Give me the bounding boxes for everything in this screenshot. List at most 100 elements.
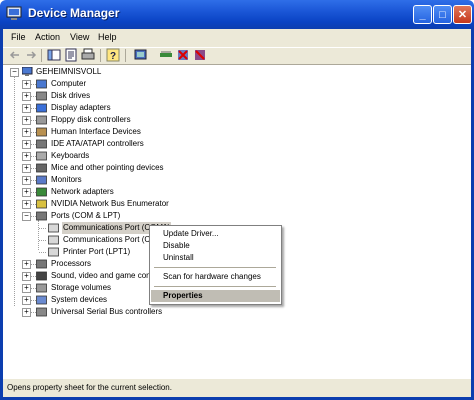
device-category-icon <box>36 103 47 113</box>
menu-action[interactable]: Action <box>35 32 60 42</box>
device-category-icon <box>36 175 47 185</box>
minimize-button[interactable]: _ <box>413 5 432 24</box>
device-tree[interactable]: − GEHEIMNISVOLL + Computer + Disk drives + Di… <box>3 65 471 377</box>
tree-item-label: System devices <box>51 295 108 304</box>
menu-item-uninstall[interactable]: Uninstall <box>151 252 280 264</box>
menu-item-scan-hardware[interactable]: Scan for hardware changes <box>151 271 280 283</box>
tree-item-category[interactable]: + Floppy disk controllers <box>3 114 263 126</box>
expand-toggle[interactable]: + <box>22 104 31 113</box>
device-category-icon <box>36 283 47 293</box>
tree-item-category[interactable]: − Ports (COM & LPT) <box>3 210 263 222</box>
port-connector-icon <box>48 235 59 245</box>
device-category-icon <box>36 151 47 161</box>
menu-view[interactable]: View <box>70 32 89 42</box>
tree-item-label: Network adapters <box>51 187 114 196</box>
expand-toggle[interactable]: + <box>22 140 31 149</box>
device-category-icon <box>36 127 47 137</box>
tree-root-label: GEHEIMNISVOLL <box>36 67 102 76</box>
device-category-icon <box>36 211 47 221</box>
scan-hardware-icon[interactable] <box>134 48 148 62</box>
expand-toggle[interactable]: + <box>22 92 31 101</box>
update-driver-icon[interactable] <box>159 48 173 62</box>
device-category-icon <box>36 187 47 197</box>
tree-item-category[interactable]: + Network adapters <box>3 186 263 198</box>
uninstall-icon[interactable] <box>176 48 190 62</box>
menu-file[interactable]: File <box>11 32 26 42</box>
properties-icon[interactable] <box>64 48 78 62</box>
menu-item-properties[interactable]: Properties <box>151 290 280 302</box>
device-category-icon <box>36 307 47 317</box>
status-text: Opens property sheet for the current sel… <box>7 383 172 392</box>
expand-toggle[interactable]: + <box>22 200 31 209</box>
tree-item-label: Display adapters <box>51 103 111 112</box>
tree-item-label: Ports (COM & LPT) <box>51 211 121 220</box>
port-connector-icon <box>48 223 59 233</box>
tree-root[interactable]: − GEHEIMNISVOLL <box>3 66 203 78</box>
expand-toggle[interactable]: + <box>22 308 31 317</box>
device-category-icon <box>36 139 47 149</box>
expand-toggle[interactable]: + <box>22 128 31 137</box>
device-category-icon <box>36 271 47 281</box>
maximize-button[interactable]: □ <box>433 5 452 24</box>
tree-item-label: Monitors <box>51 175 82 184</box>
computer-icon <box>22 67 33 76</box>
tree-item-label: Storage volumes <box>51 283 112 292</box>
tree-item-label: NVIDIA Network Bus Enumerator <box>51 199 169 208</box>
status-bar: Opens property sheet for the current sel… <box>3 378 471 398</box>
svg-text:?: ? <box>110 51 116 62</box>
tree-item-label: Floppy disk controllers <box>51 115 131 124</box>
expand-toggle[interactable]: + <box>22 116 31 125</box>
menu-item-disable[interactable]: Disable <box>151 240 280 252</box>
tree-item-label: Printer Port (LPT1) <box>63 247 131 256</box>
expand-toggle[interactable]: + <box>22 284 31 293</box>
window-title: Device Manager <box>28 6 120 20</box>
toolbar: ? <box>3 48 471 65</box>
expand-toggle[interactable]: + <box>22 260 31 269</box>
tree-item-category[interactable]: + Computer <box>3 78 263 90</box>
tree-item-category[interactable]: + Display adapters <box>3 102 263 114</box>
expand-toggle[interactable]: + <box>22 80 31 89</box>
device-category-icon <box>36 91 47 101</box>
close-button[interactable]: ✕ <box>453 5 472 24</box>
tree-item-category[interactable]: + Mice and other pointing devices <box>3 162 263 174</box>
tree-item-label: Human Interface Devices <box>51 127 141 136</box>
collapse-toggle[interactable]: − <box>22 212 31 221</box>
menu-bar: File Action View Help <box>3 29 471 48</box>
tree-item-label: Processors <box>51 259 92 268</box>
expand-toggle[interactable]: + <box>22 176 31 185</box>
forward-icon[interactable] <box>24 48 38 62</box>
device-category-icon <box>36 79 47 89</box>
tree-item-category[interactable]: + Universal Serial Bus controllers <box>3 306 263 318</box>
menu-separator <box>154 286 276 287</box>
collapse-toggle[interactable]: − <box>10 68 19 77</box>
tree-item-category[interactable]: + Human Interface Devices <box>3 126 263 138</box>
device-category-icon <box>36 115 47 125</box>
device-category-icon <box>36 295 47 305</box>
menu-separator <box>154 267 276 268</box>
device-manager-icon <box>6 6 22 20</box>
expand-toggle[interactable]: + <box>22 152 31 161</box>
tree-item-label: Mice and other pointing devices <box>51 163 164 172</box>
expand-toggle[interactable]: + <box>22 272 31 281</box>
tree-item-category[interactable]: + Disk drives <box>3 90 263 102</box>
device-category-icon <box>36 259 47 269</box>
tree-item-label: IDE ATA/ATAPI controllers <box>51 139 144 148</box>
back-icon[interactable] <box>8 48 22 62</box>
expand-toggle[interactable]: + <box>22 296 31 305</box>
tree-item-category[interactable]: + NVIDIA Network Bus Enumerator <box>3 198 263 210</box>
menu-help[interactable]: Help <box>98 32 117 42</box>
tree-item-label: Disk drives <box>51 91 91 100</box>
tree-item-category[interactable]: + Keyboards <box>3 150 263 162</box>
tree-item-category[interactable]: + Monitors <box>3 174 263 186</box>
device-category-icon <box>36 199 47 209</box>
context-menu: Update Driver... Disable Uninstall Scan … <box>149 225 282 305</box>
tree-item-category[interactable]: + IDE ATA/ATAPI controllers <box>3 138 263 150</box>
show-hide-console-tree-icon[interactable] <box>47 48 61 62</box>
help-icon[interactable]: ? <box>106 48 120 62</box>
expand-toggle[interactable]: + <box>22 164 31 173</box>
disable-icon[interactable] <box>193 48 207 62</box>
menu-item-update-driver[interactable]: Update Driver... <box>151 228 280 240</box>
device-category-icon <box>36 163 47 173</box>
expand-toggle[interactable]: + <box>22 188 31 197</box>
print-icon[interactable] <box>81 48 95 62</box>
